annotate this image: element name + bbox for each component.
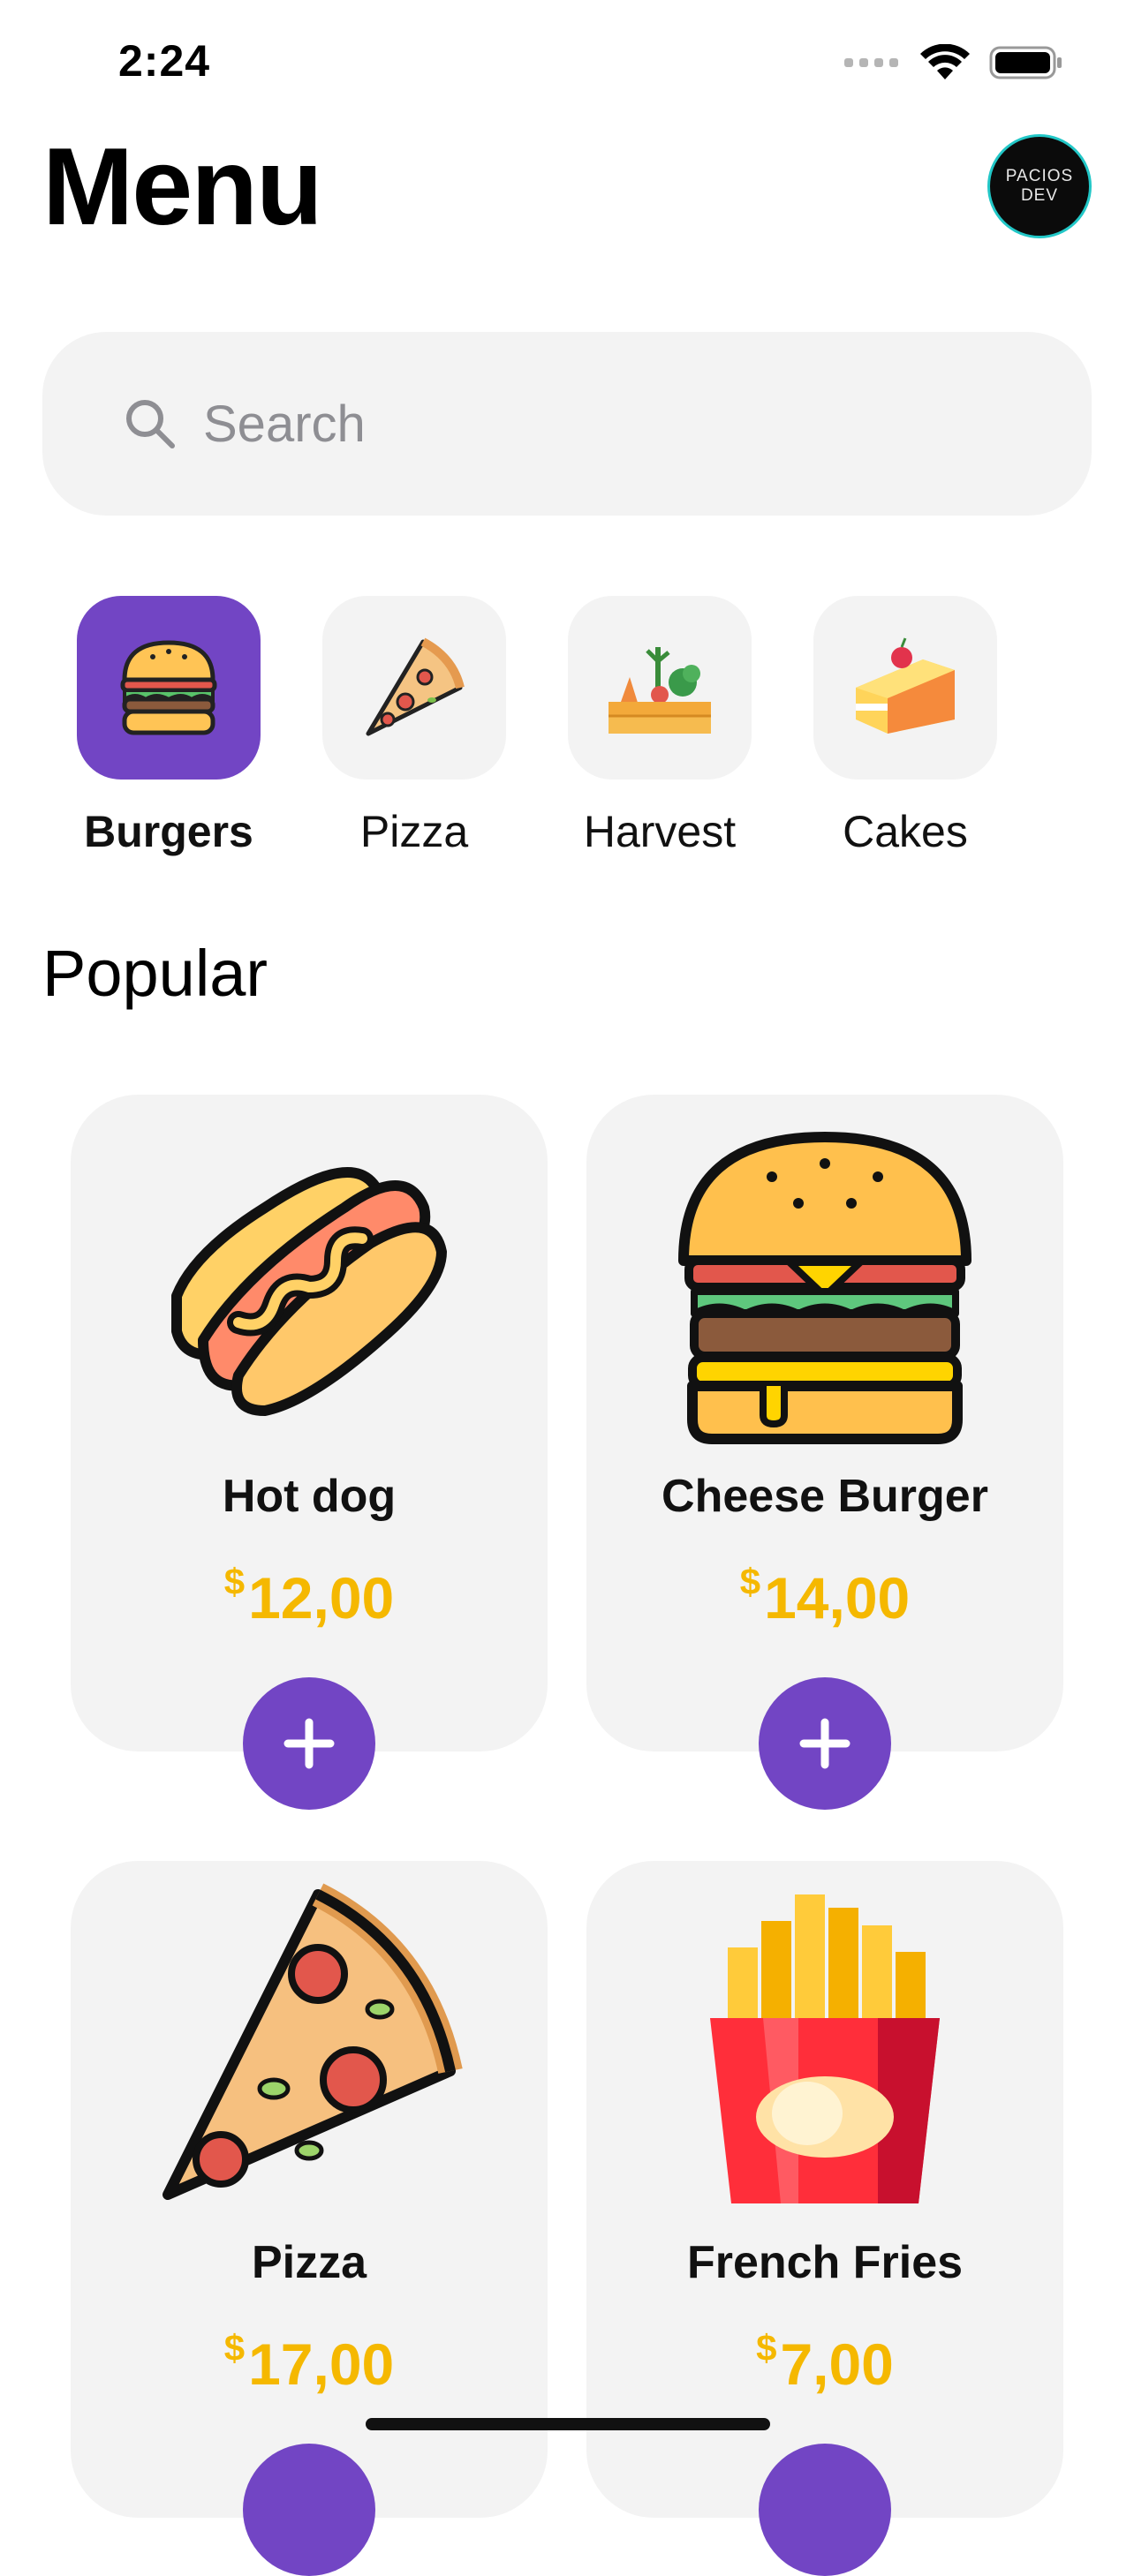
category-label: Burgers: [84, 807, 253, 856]
page-title: Menu: [42, 126, 323, 248]
category-tile[interactable]: [322, 596, 506, 780]
home-indicator[interactable]: [366, 2418, 770, 2430]
price-value: 12,00: [248, 1565, 395, 1631]
category-pizza[interactable]: Pizza: [322, 596, 506, 857]
pizza-slice-icon: [366, 637, 465, 736]
add-to-cart-button[interactable]: [759, 2444, 891, 2576]
battery-icon: [989, 46, 1062, 79]
burger-icon: [120, 640, 217, 735]
product-price: $12,00: [71, 1561, 548, 1631]
plus-icon: [284, 1718, 335, 1769]
category-harvest[interactable]: Harvest: [568, 596, 752, 857]
avatar[interactable]: PACIOS DEV: [987, 134, 1092, 238]
hotdog-icon: [171, 1167, 447, 1416]
search-icon: [126, 400, 175, 448]
cake-slice-icon: [856, 637, 955, 734]
category-label: Cakes: [843, 807, 968, 856]
category-cakes[interactable]: Cakes: [813, 596, 997, 857]
category-tile[interactable]: [568, 596, 752, 780]
wifi-icon: [920, 44, 970, 79]
status-icons: [844, 41, 1063, 85]
product-name: Cheese Burger: [662, 1471, 988, 1522]
plus-icon: [799, 1718, 850, 1769]
product-name: Hot dog: [222, 1471, 397, 1522]
pizza-icon: [163, 1883, 463, 2200]
product-name: Pizza: [251, 2237, 367, 2288]
status-time: 2:24: [118, 36, 211, 86]
category-burgers[interactable]: Burgers: [77, 596, 261, 857]
add-to-cart-button[interactable]: [759, 1677, 891, 1810]
product-price: $14,00: [586, 1561, 1063, 1631]
product-price: $17,00: [71, 2327, 548, 2398]
search-input[interactable]: [201, 393, 1000, 455]
category-tile[interactable]: [77, 596, 261, 780]
avatar-text-line2: DEV: [1020, 186, 1059, 205]
cheeseburger-icon: [678, 1132, 971, 1444]
currency-symbol: $: [756, 2327, 777, 2369]
category-tile[interactable]: [813, 596, 997, 780]
french-fries-icon: [710, 1894, 940, 2203]
vegetable-crate-icon: [609, 647, 711, 734]
price-value: 7,00: [780, 2331, 894, 2397]
category-label: Harvest: [583, 807, 737, 856]
price-value: 17,00: [248, 2331, 395, 2397]
avatar-text-line1: PACIOS: [1005, 167, 1074, 186]
product-name: French Fries: [686, 2237, 964, 2288]
currency-symbol: $: [223, 2327, 246, 2369]
cellular-signal-icon: [844, 58, 898, 67]
product-price: $7,00: [586, 2327, 1063, 2398]
currency-symbol: $: [223, 1561, 246, 1602]
category-label: Pizza: [359, 807, 469, 856]
price-value: 14,00: [764, 1565, 911, 1631]
currency-symbol: $: [739, 1561, 761, 1602]
add-to-cart-button[interactable]: [243, 2444, 375, 2576]
search-bar[interactable]: [42, 332, 1092, 516]
product-card-hotdog[interactable]: Hot dog $12,00: [71, 1095, 548, 1751]
section-title-popular: Popular: [42, 937, 268, 1010]
product-card-cheese-burger[interactable]: Cheese Burger $14,00: [586, 1095, 1063, 1751]
add-to-cart-button[interactable]: [243, 1677, 375, 1810]
